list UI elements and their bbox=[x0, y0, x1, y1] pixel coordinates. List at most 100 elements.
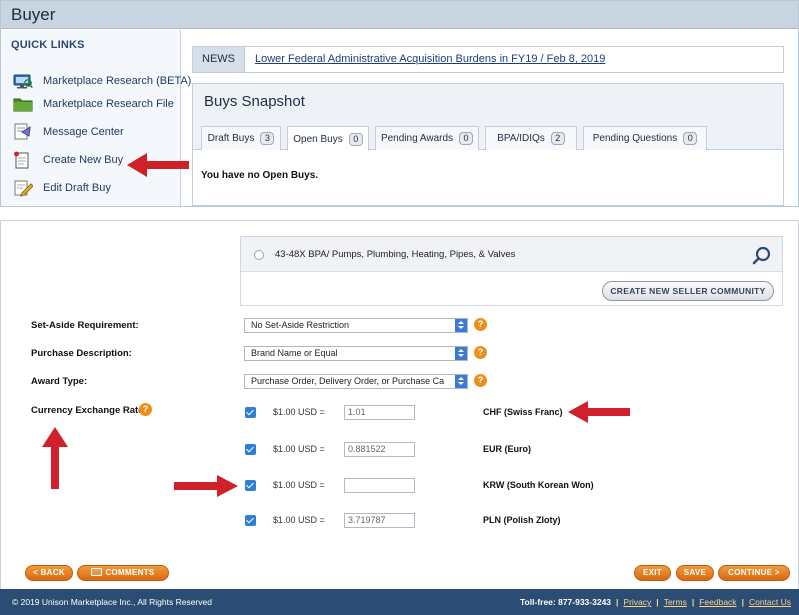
select-arrow-icon bbox=[455, 319, 467, 332]
count-badge: 0 bbox=[348, 132, 363, 146]
annotation-arrow-left bbox=[568, 401, 630, 423]
community-radio[interactable] bbox=[254, 250, 264, 260]
help-icon[interactable]: ? bbox=[474, 346, 487, 359]
buyer-header: Buyer bbox=[1, 1, 798, 29]
news-banner: NEWS Lower Federal Administrative Acquis… bbox=[192, 46, 784, 73]
quick-link-label: Marketplace Research (BETA) bbox=[43, 75, 192, 87]
tab-bpa-idiqs[interactable]: BPA/IDIQs 2 bbox=[485, 126, 577, 150]
annotation-arrow-up bbox=[42, 427, 68, 489]
footer-links: Toll-free: 877-933-3243 | Privacy | Terms | Fe… bbox=[520, 597, 791, 607]
currency-checkbox[interactable] bbox=[245, 515, 256, 526]
snapshot-tabs: Draft Buys 3 Open Buys 0 Pending Awards … bbox=[193, 118, 783, 151]
new-document-icon bbox=[13, 151, 33, 169]
select-arrow-icon bbox=[455, 347, 467, 360]
page-footer: © 2019 Unison Marketplace Inc., All Righ… bbox=[0, 589, 799, 615]
currency-row-pln: $1.00 USD = 3.719787 PLN (Polish Zloty) bbox=[245, 513, 645, 529]
buyer-title: Buyer bbox=[11, 5, 56, 24]
edit-document-icon bbox=[13, 179, 34, 197]
currency-row-krw: $1.00 USD = KRW (South Korean Won) bbox=[245, 478, 645, 494]
tab-label: BPA/IDIQs bbox=[497, 133, 545, 144]
purchase-description-select[interactable]: Brand Name or Equal bbox=[244, 346, 468, 361]
exchange-rate-input[interactable]: 0.881522 bbox=[344, 442, 415, 457]
buyer-dashboard-panel: Buyer QUICK LINKS Marketplace Research (… bbox=[0, 0, 799, 207]
quick-link-label: Marketplace Research File bbox=[43, 98, 174, 110]
tab-pending-awards[interactable]: Pending Awards 0 bbox=[375, 126, 479, 150]
annotation-arrow-right bbox=[174, 475, 238, 497]
select-arrow-icon bbox=[455, 375, 467, 388]
feedback-link[interactable]: Feedback bbox=[699, 597, 736, 607]
buys-snapshot-panel: Buys Snapshot Draft Buys 3 Open Buys 0 P… bbox=[192, 83, 784, 206]
currency-name: KRW (South Korean Won) bbox=[483, 480, 594, 490]
award-type-label: Award Type: bbox=[31, 376, 88, 387]
quick-link-create-new-buy[interactable]: Create New Buy bbox=[13, 149, 123, 171]
currency-base-label: $1.00 USD = bbox=[273, 444, 325, 454]
currency-name: EUR (Euro) bbox=[483, 444, 531, 454]
select-value: Brand Name or Equal bbox=[251, 348, 338, 358]
quick-link-marketplace-research[interactable]: Marketplace Research (BETA) bbox=[13, 70, 191, 92]
currency-checkbox[interactable] bbox=[245, 480, 256, 491]
currency-base-label: $1.00 USD = bbox=[273, 407, 325, 417]
quick-link-message-center[interactable]: Message Center bbox=[13, 121, 124, 143]
purchase-description-label: Purchase Description: bbox=[31, 348, 132, 359]
quick-links-sidebar: QUICK LINKS Marketplace Research (BETA) … bbox=[1, 30, 191, 206]
exit-button[interactable]: EXIT bbox=[634, 565, 671, 581]
currency-checkbox[interactable] bbox=[245, 444, 256, 455]
set-aside-select[interactable]: No Set-Aside Restriction bbox=[244, 318, 468, 333]
currency-row-eur: $1.00 USD = 0.881522 EUR (Euro) bbox=[245, 442, 645, 458]
award-type-select[interactable]: Purchase Order, Delivery Order, or Purch… bbox=[244, 374, 468, 389]
footer-separator: | bbox=[691, 597, 695, 607]
footer-separator: | bbox=[741, 597, 744, 607]
exchange-rate-input[interactable] bbox=[344, 478, 415, 493]
footer-separator: | bbox=[656, 597, 659, 607]
annotation-arrow-left bbox=[127, 153, 189, 177]
exchange-rate-input[interactable]: 1.01 bbox=[344, 405, 415, 420]
seller-community-box: 43-48X BPA/ Pumps, Plumbing, Heating, Pi… bbox=[240, 236, 783, 306]
help-icon[interactable]: ? bbox=[474, 374, 487, 387]
quick-links-title: QUICK LINKS bbox=[11, 39, 85, 51]
quick-link-research-file[interactable]: Marketplace Research File bbox=[13, 93, 174, 115]
create-seller-community-button[interactable]: CREATE NEW SELLER COMMUNITY bbox=[602, 281, 774, 301]
tab-draft-buys[interactable]: Draft Buys 3 bbox=[201, 126, 281, 150]
continue-button[interactable]: CONTINUE > bbox=[718, 565, 790, 581]
count-badge: 0 bbox=[459, 132, 474, 145]
tab-label: Draft Buys bbox=[207, 133, 255, 144]
privacy-link[interactable]: Privacy bbox=[623, 597, 651, 607]
terms-link[interactable]: Terms bbox=[664, 597, 687, 607]
save-button[interactable]: SAVE bbox=[676, 565, 714, 581]
set-aside-label: Set-Aside Requirement: bbox=[31, 320, 139, 331]
community-option-label: 43-48X BPA/ Pumps, Plumbing, Heating, Pi… bbox=[275, 249, 516, 260]
tab-label: Open Buys bbox=[293, 133, 343, 145]
back-button[interactable]: < BACK bbox=[25, 565, 73, 581]
contact-us-link[interactable]: Contact Us bbox=[749, 597, 791, 607]
exchange-rate-input[interactable]: 3.719787 bbox=[344, 513, 415, 528]
monitor-icon bbox=[13, 72, 33, 90]
currency-base-label: $1.00 USD = bbox=[273, 515, 325, 525]
help-icon[interactable]: ? bbox=[139, 403, 152, 416]
quick-link-edit-draft-buy[interactable]: Edit Draft Buy bbox=[13, 177, 111, 199]
tab-label: Pending Awards bbox=[380, 133, 454, 144]
tab-pending-questions[interactable]: Pending Questions 0 bbox=[583, 126, 707, 150]
community-option-row[interactable]: 43-48X BPA/ Pumps, Plumbing, Heating, Pi… bbox=[241, 237, 782, 272]
count-badge: 3 bbox=[260, 132, 275, 145]
select-value: No Set-Aside Restriction bbox=[251, 320, 350, 330]
currency-base-label: $1.00 USD = bbox=[273, 480, 325, 490]
help-icon[interactable]: ? bbox=[474, 318, 487, 331]
folder-icon bbox=[13, 95, 33, 113]
message-icon bbox=[13, 123, 33, 141]
snapshot-title: Buys Snapshot bbox=[204, 93, 305, 110]
snapshot-header: Buys Snapshot bbox=[193, 84, 783, 118]
copyright-text: © 2019 Unison Marketplace Inc., All Righ… bbox=[12, 597, 212, 607]
quick-link-label: Edit Draft Buy bbox=[43, 182, 111, 194]
quick-link-label: Message Center bbox=[43, 126, 124, 138]
count-badge: 0 bbox=[683, 132, 698, 145]
currency-checkbox[interactable] bbox=[245, 407, 256, 418]
search-icon[interactable] bbox=[751, 245, 773, 267]
news-headline-link[interactable]: Lower Federal Administrative Acquisition… bbox=[255, 53, 605, 65]
mail-icon bbox=[91, 568, 103, 576]
empty-state-message: You have no Open Buys. bbox=[201, 170, 319, 181]
footer-separator: | bbox=[616, 597, 619, 607]
tab-open-buys[interactable]: Open Buys 0 bbox=[287, 126, 369, 151]
comments-button[interactable]: COMMENTS bbox=[77, 565, 169, 581]
count-badge: 2 bbox=[550, 132, 565, 145]
comments-label: COMMENTS bbox=[105, 568, 155, 577]
